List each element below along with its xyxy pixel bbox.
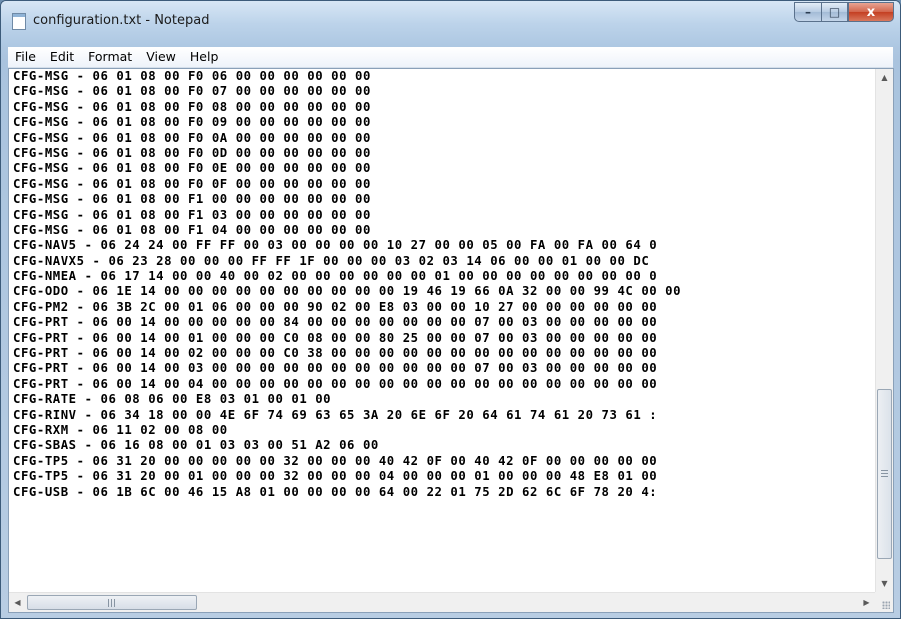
menu-view[interactable]: View (139, 47, 183, 67)
text-line: CFG-MSG - 06 01 08 00 F1 00 00 00 00 00 … (13, 192, 371, 207)
window-title: configuration.txt - Notepad (33, 13, 210, 28)
text-line: CFG-MSG - 06 01 08 00 F0 0A 00 00 00 00 … (13, 130, 371, 145)
title-bar[interactable]: configuration.txt - Notepad – □ x (1, 1, 900, 47)
horizontal-scrollbar[interactable]: ◀ ▶ (9, 592, 875, 612)
horizontal-scroll-thumb[interactable] (27, 595, 197, 610)
menu-edit[interactable]: Edit (43, 47, 81, 67)
vertical-scrollbar[interactable]: ▲ ▼ (875, 69, 893, 592)
menu-file[interactable]: File (8, 47, 43, 67)
text-line: CFG-PM2 - 06 3B 2C 00 01 06 00 00 00 90 … (13, 299, 658, 314)
text-line: CFG-SBAS - 06 16 08 00 01 03 03 00 51 A2… (13, 438, 379, 453)
text-line: CFG-PRT - 06 00 14 00 04 00 00 00 00 00 … (13, 376, 658, 391)
text-line: CFG-MSG - 06 01 08 00 F0 0E 00 00 00 00 … (13, 161, 371, 176)
resize-grip-icon[interactable] (875, 592, 893, 612)
vertical-scroll-thumb[interactable] (877, 389, 892, 559)
text-line: CFG-NAVX5 - 06 23 28 00 00 00 FF FF 1F 0… (13, 253, 650, 268)
scroll-down-icon[interactable]: ▼ (876, 575, 893, 592)
text-line: CFG-PRT - 06 00 14 00 03 00 00 00 00 00 … (13, 361, 658, 376)
maximize-button[interactable]: □ (821, 2, 848, 22)
minimize-button[interactable]: – (794, 2, 821, 22)
minimize-icon: – (805, 5, 811, 19)
text-line: CFG-RATE - 06 08 06 00 E8 03 01 00 01 00 (13, 392, 332, 407)
text-line: CFG-MSG - 06 01 08 00 F0 0D 00 00 00 00 … (13, 145, 371, 160)
scroll-up-icon[interactable]: ▲ (876, 69, 893, 86)
text-line: CFG-MSG - 06 01 08 00 F0 06 00 00 00 00 … (13, 69, 371, 83)
text-line: CFG-USB - 06 1B 6C 00 46 15 A8 01 00 00 … (13, 484, 658, 499)
text-line: CFG-NMEA - 06 17 14 00 00 40 00 02 00 00… (13, 269, 658, 284)
text-line: CFG-MSG - 06 01 08 00 F1 03 00 00 00 00 … (13, 207, 371, 222)
notepad-icon[interactable] (12, 13, 26, 30)
close-button[interactable]: x (848, 2, 894, 22)
text-line: CFG-MSG - 06 01 08 00 F0 08 00 00 00 00 … (13, 99, 371, 114)
text-line: CFG-MSG - 06 01 08 00 F0 09 00 00 00 00 … (13, 115, 371, 130)
text-line: CFG-PRT - 06 00 14 00 01 00 00 00 C0 08 … (13, 330, 658, 345)
menu-help[interactable]: Help (183, 47, 226, 67)
text-line: CFG-ODO - 06 1E 14 00 00 00 00 00 00 00 … (13, 284, 682, 299)
text-line: CFG-TP5 - 06 31 20 00 00 00 00 00 32 00 … (13, 453, 658, 468)
editor: CFG-MSG - 06 01 08 00 F0 06 00 00 00 00 … (8, 68, 894, 613)
scroll-right-icon[interactable]: ▶ (858, 594, 875, 611)
caption-buttons: – □ x (794, 2, 894, 22)
text-line: CFG-RINV - 06 34 18 00 00 4E 6F 74 69 63… (13, 407, 658, 422)
text-line (13, 500, 875, 515)
text-line: CFG-PRT - 06 00 14 00 02 00 00 00 C0 38 … (13, 346, 658, 361)
close-icon: x (866, 4, 876, 20)
text-area[interactable]: CFG-MSG - 06 01 08 00 F0 06 00 00 00 00 … (9, 69, 875, 592)
menu-bar: File Edit Format View Help (8, 47, 893, 68)
text-line: CFG-NAV5 - 06 24 24 00 FF FF 00 03 00 00… (13, 238, 658, 253)
notepad-window: configuration.txt - Notepad – □ x File E… (0, 0, 901, 619)
text-line: CFG-TP5 - 06 31 20 00 01 00 00 00 32 00 … (13, 469, 658, 484)
text-line: CFG-MSG - 06 01 08 00 F0 07 00 00 00 00 … (13, 84, 371, 99)
scroll-left-icon[interactable]: ◀ (9, 594, 26, 611)
maximize-icon: □ (828, 5, 841, 19)
text-line: CFG-MSG - 06 01 08 00 F0 0F 00 00 00 00 … (13, 176, 371, 191)
text-line: CFG-RXM - 06 11 02 00 08 00 (13, 422, 228, 437)
text-line: CFG-MSG - 06 01 08 00 F1 04 00 00 00 00 … (13, 222, 371, 237)
text-line: CFG-PRT - 06 00 14 00 00 00 00 00 84 00 … (13, 315, 658, 330)
menu-format[interactable]: Format (81, 47, 139, 67)
